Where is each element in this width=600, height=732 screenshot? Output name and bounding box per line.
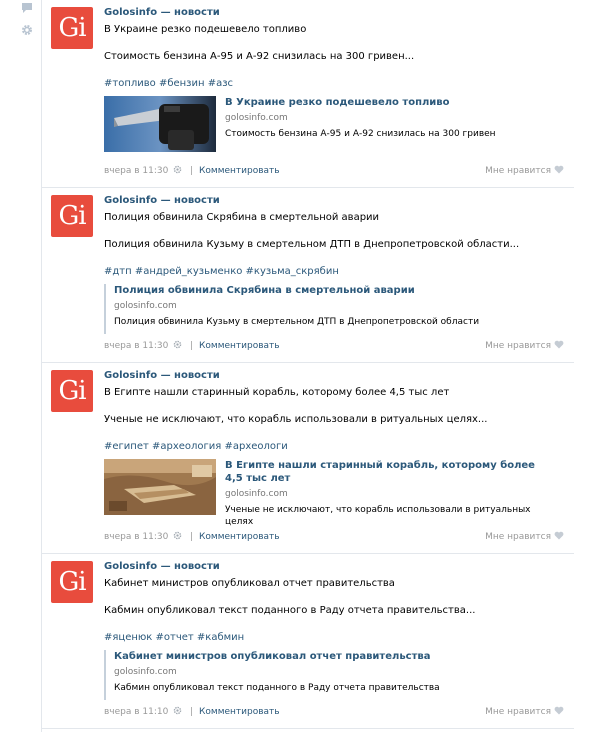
post-author-link[interactable]: Golosinfo — новости: [104, 370, 564, 382]
post-text-headline: В Украине резко подешевело топливо: [104, 24, 307, 35]
feed-post: Gi Golosinfo — новости Кабинет министров…: [42, 554, 574, 729]
separator: |: [190, 341, 194, 351]
separator: |: [190, 707, 194, 717]
snippet-title[interactable]: В Египте нашли старинный корабль, которо…: [225, 459, 555, 485]
like-button[interactable]: Мне нравится: [485, 165, 564, 178]
snippet-domain: golosinfo.com: [225, 113, 288, 123]
post-text-headline: Кабинет министров опубликовал отчет прав…: [104, 578, 395, 589]
excavation-image[interactable]: [104, 459, 216, 515]
post-text-lead: Полиция обвинила Кузьму в смертельном ДТ…: [104, 239, 520, 250]
like-button[interactable]: Мне нравится: [485, 340, 564, 353]
post-hashtags[interactable]: #яценюк #отчет #кабмин: [104, 631, 564, 644]
snippet-domain: golosinfo.com: [225, 489, 288, 499]
heart-icon: [554, 340, 564, 349]
fuel-nozzle-image[interactable]: [104, 96, 216, 152]
avatar[interactable]: Gi: [51, 370, 93, 412]
snippet-description: Стоимость бензина А-95 и А-92 снизилась …: [225, 129, 496, 139]
separator: |: [190, 166, 194, 176]
golosinfo-logo: Gi: [58, 13, 86, 43]
heart-icon: [554, 706, 564, 715]
snippet-title[interactable]: В Украине резко подешевело топливо: [225, 96, 555, 109]
snippet-description: Ученые не исключают, что корабль использ…: [225, 505, 531, 527]
like-button[interactable]: Мне нравится: [485, 706, 564, 719]
link-snippet[interactable]: В Украине резко подешевело топливо golos…: [104, 96, 564, 152]
post-body: Golosinfo — новости В Украине резко поде…: [104, 7, 564, 152]
post-footer: вчера в 11:30 | Комментировать Мне нрави…: [104, 340, 564, 353]
snippet-title[interactable]: Кабинет министров опубликовал отчет прав…: [114, 650, 564, 663]
link-snippet[interactable]: В Египте нашли старинный корабль, которо…: [104, 459, 564, 527]
snippet-title[interactable]: Полиция обвинила Скрябина в смертельной …: [114, 284, 564, 297]
like-label: Мне нравится: [485, 532, 551, 542]
golosinfo-logo: Gi: [58, 376, 86, 406]
post-time[interactable]: вчера в 11:30: [104, 532, 168, 542]
feed-post: Gi Golosinfo — новости Полиция обвинила …: [42, 188, 574, 363]
post-body: Golosinfo — новости Кабинет министров оп…: [104, 561, 564, 700]
post-footer: вчера в 11:30 | Комментировать Мне нрави…: [104, 531, 564, 544]
post-hashtags[interactable]: #топливо #бензин #азс: [104, 77, 564, 90]
post-hashtags[interactable]: #дтп #андрей_кузьменко #кузьма_скрябин: [104, 265, 564, 278]
link-snippet[interactable]: Полиция обвинила Скрябина в смертельной …: [104, 284, 564, 334]
post-settings-icon[interactable]: [173, 706, 182, 715]
post-text-lead: Стоимость бензина А-95 и А-92 снизилась …: [104, 51, 415, 62]
heart-icon: [554, 531, 564, 540]
post-text-lead: Ученые не исключают, что корабль использ…: [104, 414, 488, 425]
post-body: Golosinfo — новости В Египте нашли стари…: [104, 370, 564, 527]
snippet-domain: golosinfo.com: [114, 301, 177, 311]
avatar[interactable]: Gi: [51, 7, 93, 49]
like-label: Мне нравится: [485, 707, 551, 717]
left-sidebar: [0, 0, 42, 732]
snippet-description: Полиция обвинила Кузьму в смертельном ДТ…: [114, 317, 480, 327]
comment-icon[interactable]: [21, 2, 33, 14]
post-author-link[interactable]: Golosinfo — новости: [104, 7, 564, 19]
separator: |: [190, 532, 194, 542]
post-settings-icon[interactable]: [173, 531, 182, 540]
like-label: Мне нравится: [485, 166, 551, 176]
post-time[interactable]: вчера в 11:10: [104, 707, 168, 717]
gear-icon[interactable]: [21, 24, 33, 36]
post-settings-icon[interactable]: [173, 165, 182, 174]
post-author-link[interactable]: Golosinfo — новости: [104, 195, 564, 207]
feed-post: Gi Golosinfo — новости В Египте нашли ст…: [42, 363, 574, 554]
snippet-description: Кабмин опубликовал текст поданного в Рад…: [114, 683, 440, 693]
like-label: Мне нравится: [485, 341, 551, 351]
link-snippet[interactable]: Кабинет министров опубликовал отчет прав…: [104, 650, 564, 700]
post-text-lead: Кабмин опубликовал текст поданного в Рад…: [104, 605, 476, 616]
post-text-headline: В Египте нашли старинный корабль, которо…: [104, 387, 450, 398]
snippet-domain: golosinfo.com: [114, 667, 177, 677]
feed-post: Gi Golosinfo — новости В Украине резко п…: [42, 0, 574, 188]
post-body: Golosinfo — новости Полиция обвинила Скр…: [104, 195, 564, 334]
comment-button[interactable]: Комментировать: [199, 166, 280, 176]
like-button[interactable]: Мне нравится: [485, 531, 564, 544]
post-time[interactable]: вчера в 11:30: [104, 166, 168, 176]
comment-button[interactable]: Комментировать: [199, 532, 280, 542]
news-feed: Gi Golosinfo — новости В Украине резко п…: [42, 0, 600, 732]
post-footer: вчера в 11:10 | Комментировать Мне нрави…: [104, 706, 564, 719]
post-hashtags[interactable]: #египет #археология #археологи: [104, 440, 564, 453]
post-settings-icon[interactable]: [173, 340, 182, 349]
post-footer: вчера в 11:30 | Комментировать Мне нрави…: [104, 165, 564, 178]
heart-icon: [554, 165, 564, 174]
comment-button[interactable]: Комментировать: [199, 707, 280, 717]
post-time[interactable]: вчера в 11:30: [104, 341, 168, 351]
golosinfo-logo: Gi: [58, 567, 86, 597]
post-text-headline: Полиция обвинила Скрябина в смертельной …: [104, 212, 380, 223]
post-author-link[interactable]: Golosinfo — новости: [104, 561, 564, 573]
avatar[interactable]: Gi: [51, 561, 93, 603]
golosinfo-logo: Gi: [58, 201, 86, 231]
avatar[interactable]: Gi: [51, 195, 93, 237]
comment-button[interactable]: Комментировать: [199, 341, 280, 351]
